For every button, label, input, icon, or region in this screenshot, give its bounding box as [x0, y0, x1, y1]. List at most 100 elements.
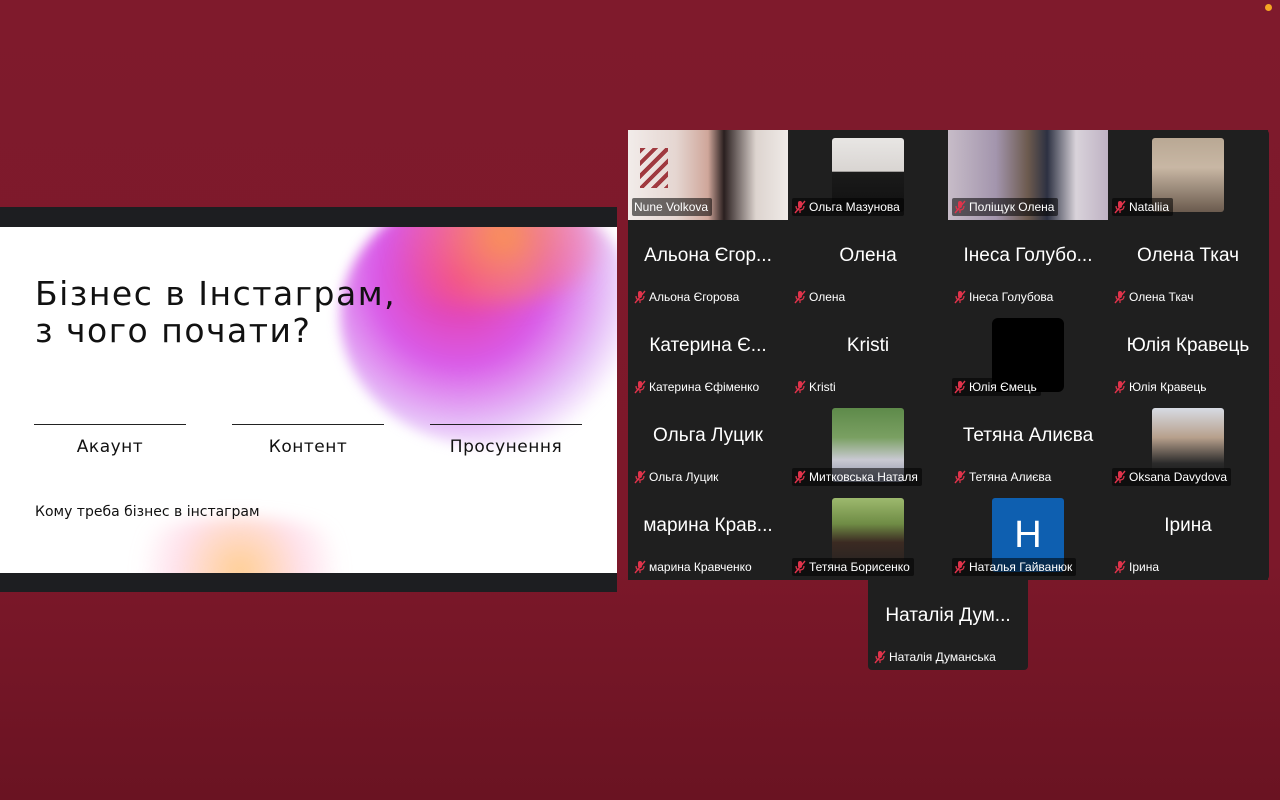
participant-name-tag: Nataliia [1112, 198, 1174, 216]
participant-tile[interactable]: Тетяна Алиєва Тетяна Алиєва [948, 400, 1108, 490]
participant-gallery: Nune Volkova Ольга Мазунова Поліщук Олена N… [628, 130, 1269, 580]
participant-display-name: Альона Єгор... [644, 245, 772, 266]
participant-tile[interactable]: Ірина Ірина [1108, 490, 1268, 580]
muted-mic-icon [954, 200, 966, 214]
slide-title-line: з чого почати? [35, 311, 312, 350]
divider [232, 424, 384, 425]
participant-name: Ірина [1129, 560, 1160, 574]
muted-mic-icon [954, 380, 966, 394]
muted-mic-icon [634, 380, 646, 394]
participant-name-tag: Тетяна Борисенко [792, 558, 914, 576]
shared-screen: Бізнес в Інстаграм, з чого почати? Акаун… [0, 207, 617, 592]
participant-display-name: Катерина Є... [649, 335, 767, 356]
slide-column-label: Контент [268, 437, 348, 457]
participant-display-name: Ірина [1164, 515, 1212, 536]
muted-mic-icon [1114, 380, 1126, 394]
participant-tile[interactable]: Oksana Davydova [1108, 400, 1268, 490]
participant-name-tag: Наталія Думанська [872, 648, 1000, 666]
participant-name: Тетяна Борисенко [809, 560, 910, 574]
participant-display-name: марина Крав... [643, 515, 773, 536]
participant-display-name: Олена Ткач [1136, 245, 1240, 266]
participant-display-name: Kristi [846, 335, 890, 356]
participant-tile[interactable]: H Наталья Гайванюк [948, 490, 1108, 580]
participant-tile[interactable]: Олена Ткач Олена Ткач [1108, 220, 1268, 310]
participant-display-name: Тетяна Алиєва [962, 425, 1094, 446]
participant-tile[interactable]: марина Крав... марина Кравченко [628, 490, 788, 580]
muted-mic-icon [794, 560, 806, 574]
participant-tile[interactable]: Митковська Наталя [788, 400, 948, 490]
slide-column: Просунення [430, 424, 582, 457]
participant-name: Митковська Наталя [809, 470, 918, 484]
participant-name: Тетяна Алиєва [969, 470, 1052, 484]
participant-display-name: Ольга Луцик [653, 425, 763, 446]
slide-title-line: Бізнес в Інстаграм, [35, 274, 397, 313]
participant-tile[interactable]: Катерина Є... Катерина Єфіменко [628, 310, 788, 400]
participant-tile[interactable]: Nataliia [1108, 130, 1268, 220]
participant-name-tag: Тетяна Алиєва [952, 468, 1055, 486]
participant-tile[interactable]: Kristi Kristi [788, 310, 948, 400]
participant-name: Ольга Мазунова [809, 200, 900, 214]
muted-mic-icon [634, 290, 646, 304]
muted-mic-icon [1114, 290, 1126, 304]
participant-tile[interactable]: Наталія Дум... Наталія Думанська [868, 580, 1028, 670]
participant-name-tag: Наталья Гайванюк [952, 558, 1077, 576]
muted-mic-icon [1114, 470, 1126, 484]
participant-display-name: Наталія Дум... [885, 605, 1011, 626]
participant-name: Наталья Гайванюк [969, 560, 1073, 574]
recording-indicator-icon [1265, 4, 1272, 11]
participant-name: Інеса Голубова [969, 290, 1054, 304]
participant-name: Катерина Єфіменко [649, 380, 760, 394]
logo-decoration [640, 148, 668, 188]
participant-name-tag: Ольга Мазунова [792, 198, 904, 216]
participant-name-tag: Інеса Голубова [952, 288, 1057, 306]
muted-mic-icon [954, 290, 966, 304]
divider [34, 424, 186, 425]
participant-name: Nataliia [1129, 200, 1170, 214]
participant-tile[interactable]: Ольга Мазунова [788, 130, 948, 220]
participant-name-tag: марина Кравченко [632, 558, 756, 576]
participant-name: марина Кравченко [649, 560, 752, 574]
slide-footer-text: Кому треба бізнес в інстаграм [35, 504, 260, 520]
participant-name-tag: Поліщук Олена [952, 198, 1059, 216]
participant-name-tag: Митковська Наталя [792, 468, 922, 486]
participant-tile[interactable]: Тетяна Борисенко [788, 490, 948, 580]
participant-name-tag: Юлія Ємець [952, 378, 1041, 396]
muted-mic-icon [794, 380, 806, 394]
participant-tile[interactable]: Альона Єгор... Альона Єгорова [628, 220, 788, 310]
divider [430, 424, 582, 425]
participant-name-tag: Nune Volkova [632, 198, 713, 216]
participant-tile[interactable]: Юлія Ємець [948, 310, 1108, 400]
participant-name: Kristi [809, 380, 836, 394]
muted-mic-icon [794, 470, 806, 484]
participant-name: Юлія Ємець [969, 380, 1037, 394]
participant-name: Поліщук Олена [969, 200, 1055, 214]
participant-tile[interactable]: Ольга Луцик Ольга Луцик [628, 400, 788, 490]
participant-name-tag: Альона Єгорова [632, 288, 743, 306]
participant-name: Альона Єгорова [649, 290, 740, 304]
presentation-slide: Бізнес в Інстаграм, з чого почати? Акаун… [0, 227, 617, 573]
participant-display-name: Юлія Кравець [1126, 335, 1250, 356]
participant-tile[interactable]: Олена Олена [788, 220, 948, 310]
participant-name: Oksana Davydova [1129, 470, 1228, 484]
slide-column-label: Просунення [449, 437, 563, 457]
muted-mic-icon [954, 470, 966, 484]
muted-mic-icon [954, 560, 966, 574]
slide-title: Бізнес в Інстаграм, з чого почати? [35, 275, 396, 349]
participant-name: Наталія Думанська [889, 650, 996, 664]
gradient-decoration [110, 517, 370, 573]
slide-column: Контент [232, 424, 384, 457]
participant-tile[interactable]: Поліщук Олена [948, 130, 1108, 220]
slide-column: Акаунт [34, 424, 186, 457]
participant-tile[interactable]: Nune Volkova [628, 130, 788, 220]
muted-mic-icon [1114, 200, 1126, 214]
participant-tile[interactable]: Юлія Кравець Юлія Кравець [1108, 310, 1268, 400]
participant-tile[interactable]: Інеса Голубо... Інеса Голубова [948, 220, 1108, 310]
participant-name: Ольга Луцик [649, 470, 719, 484]
participant-name: Олена [809, 290, 846, 304]
muted-mic-icon [874, 650, 886, 664]
participant-name-tag: Катерина Єфіменко [632, 378, 763, 396]
participant-name: Олена Ткач [1129, 290, 1194, 304]
participant-name-tag: Олена [792, 288, 849, 306]
slide-column-label: Акаунт [76, 437, 144, 457]
participant-name: Юлія Кравець [1129, 380, 1207, 394]
